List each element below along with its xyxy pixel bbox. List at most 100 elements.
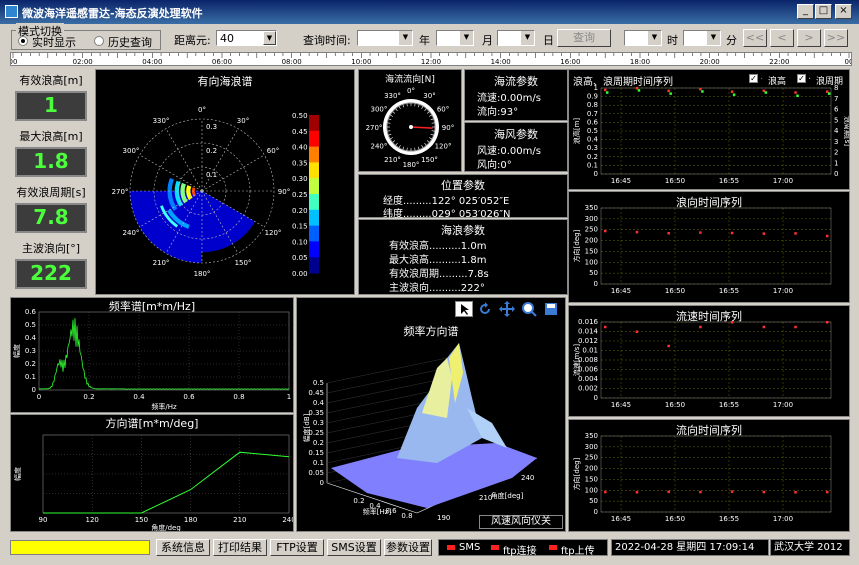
freq-xtick-label: 0.6 <box>183 393 195 401</box>
nav-first-button[interactable]: << <box>743 29 767 47</box>
colorbar-label: 0.10 <box>292 238 308 246</box>
year-label: 年 <box>419 34 430 47</box>
freq-xtick-label: 0.4 <box>133 393 145 401</box>
ts-data-point <box>762 325 766 329</box>
colorbar-label: 0.30 <box>292 175 308 183</box>
year-select[interactable]: ▼ <box>357 30 413 46</box>
ts-data-point <box>730 90 734 93</box>
dir-xtick-label: 180 <box>184 516 197 524</box>
current-dir-ts-panel: 流向时间序列 350 300 250 200 150 100 50 0 16:45 16:50 16… <box>568 419 850 532</box>
realtime-radio[interactable] <box>18 36 28 46</box>
chevron-down-icon[interactable]: ▼ <box>648 31 661 45</box>
compass-angle-label: 240° <box>371 143 388 151</box>
ts-data-point <box>667 344 670 348</box>
nav-last-button[interactable]: >> <box>824 29 848 47</box>
d3-ytick-label: 190 <box>437 514 450 522</box>
ts-data-point <box>794 325 797 329</box>
compass-angle-label: 150° <box>421 156 438 164</box>
dir-ylabel: 幅度 <box>13 467 22 481</box>
chevron-down-icon[interactable]: ▼ <box>263 31 276 45</box>
colorbar-segment <box>309 257 319 274</box>
ts-ytick-label: 0.002 <box>578 385 598 393</box>
ts-data-point <box>699 87 702 91</box>
ts-xtick-label: 16:50 <box>665 401 685 409</box>
polar-spectrum-panel: 有向海浪谱 0° 30° 60° 90° 120° 150° 180° 210° 240° 270… <box>95 69 355 295</box>
freq-xtick-label: 0.2 <box>83 393 94 401</box>
nav-next-button[interactable]: > <box>797 29 821 47</box>
d3-ztick-label: 0 <box>320 479 324 487</box>
d3-ztick-label: 0.3 <box>313 419 324 427</box>
timeline-tick-label: 10:00 <box>351 58 371 65</box>
dir-xtick-label: 240 <box>282 516 293 524</box>
month-label: 月 <box>482 34 493 47</box>
ts-xtick-label: 16:55 <box>719 515 739 523</box>
history-radio[interactable] <box>94 36 104 46</box>
chevron-down-icon[interactable]: ▼ <box>399 31 412 45</box>
chevron-down-icon[interactable]: ▼ <box>707 31 720 45</box>
polar-radius-label: 0.2 <box>206 147 217 155</box>
nav-prev-button[interactable]: < <box>770 29 794 47</box>
maximize-button[interactable]: □ <box>815 4 832 19</box>
wave-dir-ts-panel: 浪向时间序列 350 300 250 200 150 100 50 0 16:45 16:50 16… <box>568 191 850 303</box>
ts-plot-frame <box>600 207 832 285</box>
month-select[interactable]: ▼ <box>436 30 474 46</box>
polar-angle-label: 0° <box>198 106 206 114</box>
ts-ytick-label: 0.012 <box>578 337 598 345</box>
ts-yright-tick-label: 0 <box>834 170 838 178</box>
system-info-button[interactable]: 系统信息 <box>156 539 210 556</box>
polar-chart: 0° 30° 60° 90° 120° 150° 180° 210° 240° 270° 300° 3… <box>112 106 319 278</box>
dir-xtick-label: 150 <box>135 516 148 524</box>
minute-select[interactable]: ▼ <box>683 30 721 46</box>
d3-surface-highlight <box>422 358 452 418</box>
realtime-label: 实时显示 <box>32 36 76 49</box>
ts-xtick-label: 16:45 <box>611 401 631 409</box>
close-button[interactable]: × <box>835 4 852 19</box>
ts-ytick-label: 0.1 <box>587 161 598 169</box>
timeline-ruler[interactable]: 00 02:00 04:00 06:00 08:00 10:00 12:00 14:00 16:… <box>10 52 852 66</box>
ts-data-point <box>635 230 639 234</box>
timeline-tick-label: 20:00 <box>700 58 720 65</box>
ts-plot-frame <box>600 435 832 513</box>
freq-direction-3d-chart[interactable]: 00.050.10.150.20.250.30.350.40.450.50.20… <box>297 298 565 531</box>
compass-dial: 0° 30°60° 90° 120° 150°180°210° 240° 270° 300° 3… <box>366 87 455 169</box>
ts-xtick-label: 17:00 <box>773 287 793 295</box>
lcd-label-period: 有效浪周期[s] <box>16 186 86 199</box>
ftp-settings-button[interactable]: FTP设置 <box>270 539 324 556</box>
print-result-button[interactable]: 打印结果 <box>213 539 267 556</box>
compass-angle-label: 300° <box>371 106 388 114</box>
dir-series-line <box>43 451 290 514</box>
freq-xtick-label: 0 <box>37 393 41 401</box>
d3-ztick-label: 0.5 <box>313 379 324 387</box>
colorbar-segment <box>309 178 319 195</box>
ts-yright-tick-label: 3 <box>834 138 838 146</box>
ts-xtick-label: 16:45 <box>611 287 631 295</box>
wind-dir: 风向:0° <box>477 160 512 171</box>
freq-xlabel: 频率/Hz <box>151 402 177 411</box>
app-icon <box>5 5 18 18</box>
sms-settings-button[interactable]: SMS设置 <box>327 539 381 556</box>
query-button[interactable]: 查询 <box>557 29 611 47</box>
ts-ytick-label: 0.01 <box>582 347 598 355</box>
colorbar-segment <box>309 241 319 258</box>
compass-angle-label: 60° <box>437 106 449 114</box>
hour-select[interactable]: ▼ <box>624 30 662 46</box>
polar-angle-label: 180° <box>194 270 211 278</box>
colorbar-label: 0.50 <box>292 112 308 120</box>
sms-status-led <box>447 545 455 550</box>
chevron-down-icon[interactable]: ▼ <box>521 31 534 45</box>
minimize-button[interactable]: _ <box>797 4 814 19</box>
chevron-down-icon[interactable]: ▼ <box>460 31 473 45</box>
range-select[interactable]: 40 ▼ <box>216 30 277 46</box>
colorbar-segment <box>309 130 319 148</box>
current-title: 海流参数 <box>494 75 538 88</box>
ts-plot-frame <box>600 321 832 399</box>
ts-ytick-label: 0.8 <box>587 101 598 109</box>
mode-group: 模式切换 实时显示 历史查询 <box>11 23 161 50</box>
current-speed-ts-panel: 流速时间序列 0.016 0.014 0.012 0.01 0.008 0.006 0.00… <box>568 305 850 417</box>
ts-ytick-label: 250 <box>585 454 598 462</box>
day-select[interactable]: ▼ <box>497 30 535 46</box>
param-settings-button[interactable]: 参数设置 <box>384 539 432 556</box>
polar-angle-label: 330° <box>153 117 170 125</box>
ts-ytick-label: 0.004 <box>578 375 599 383</box>
d3-zlabel: 幅度[dB] <box>302 413 311 442</box>
